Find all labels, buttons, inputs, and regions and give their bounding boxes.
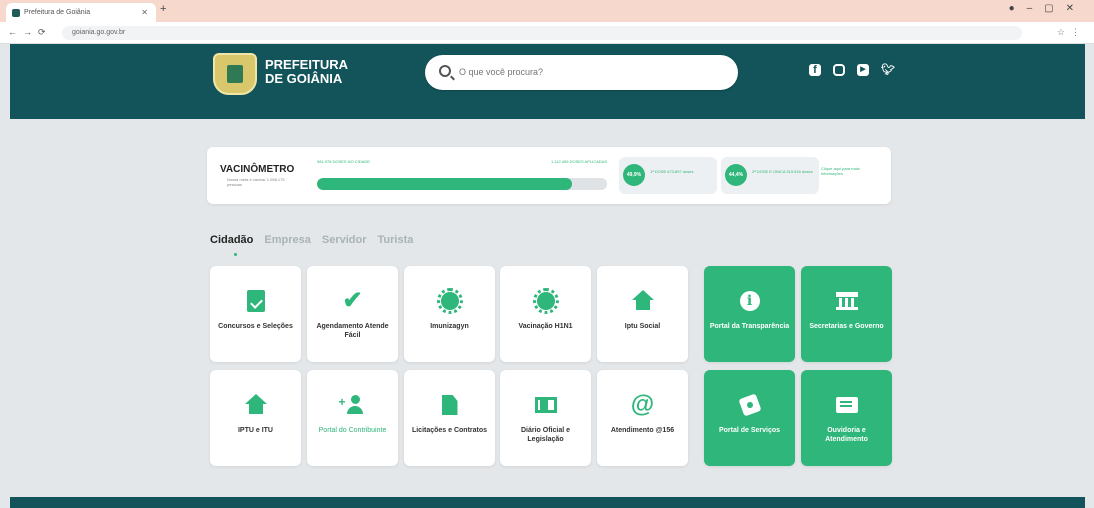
at-icon: @ bbox=[630, 391, 655, 418]
card-secretarias[interactable]: Secretarias e Governo bbox=[801, 266, 892, 362]
logo-line1: PREFEITURA bbox=[265, 57, 349, 72]
chat-icon bbox=[835, 397, 858, 413]
card-label: Iptu Social bbox=[624, 323, 661, 330]
logo-text: PREFEITURA DE GOIÂNIA bbox=[265, 58, 348, 86]
audience-tabs: Cidadão Empresa Servidor Turista bbox=[210, 234, 413, 246]
tab-cidadao[interactable]: Cidadão bbox=[210, 234, 253, 246]
social-links: f ▶ 🐦︎ bbox=[809, 64, 895, 76]
card-label: Vacinação H1N1 bbox=[518, 323, 573, 330]
vacinometro-left-label: 981.978 DOSES NO CIDADE bbox=[317, 159, 370, 164]
card-diario-oficial[interactable]: Diário Oficial e Legislação bbox=[500, 370, 591, 466]
card-label: Secretarias e Governo bbox=[809, 323, 884, 330]
vacinometro-progress-fill bbox=[317, 178, 573, 190]
card-label: Agendamento Atende Fácil bbox=[316, 323, 389, 339]
crest-icon bbox=[213, 53, 257, 95]
search-box[interactable] bbox=[425, 55, 738, 90]
vacinometro-title: VACINÔMETRO bbox=[220, 164, 295, 175]
card-label: Diário Oficial e Legislação bbox=[520, 427, 571, 443]
facebook-icon[interactable]: f bbox=[809, 64, 821, 76]
new-tab-icon[interactable]: + bbox=[160, 3, 166, 15]
card-label: Imunizagyn bbox=[430, 323, 469, 330]
card-iptu-itu[interactable]: IPTU e ITU bbox=[210, 370, 301, 466]
search-icon[interactable] bbox=[439, 65, 451, 77]
card-label: Concursos e Seleções bbox=[218, 323, 293, 330]
first-dose-percent: 49,9% bbox=[623, 164, 645, 186]
search-input[interactable] bbox=[459, 63, 719, 81]
vacinometro-right-label: 1.112.459 DOSES APLICADAS bbox=[551, 159, 607, 164]
twitter-icon[interactable]: 🐦︎ bbox=[881, 64, 895, 76]
more-info-link[interactable]: Clique aqui para mais informações bbox=[821, 166, 881, 176]
card-portal-transparencia[interactable]: i Portal da Transparência bbox=[704, 266, 795, 362]
home-icon bbox=[631, 290, 654, 310]
youtube-icon[interactable]: ▶ bbox=[857, 64, 869, 76]
card-ouvidoria[interactable]: Ouvidoria e Atendimento bbox=[801, 370, 892, 466]
browser-nav-icons[interactable]: ←→⟳ bbox=[8, 27, 52, 38]
tags-icon bbox=[737, 393, 762, 417]
document-icon bbox=[441, 395, 458, 415]
card-licitacoes[interactable]: Licitações e Contratos bbox=[404, 370, 495, 466]
second-dose-text: 2ª DOSE E ÚNICA 315.516 doses bbox=[752, 169, 813, 174]
site-header: PREFEITURA DE GOIÂNIA f ▶ 🐦︎ bbox=[10, 44, 1085, 119]
person-add-icon: + bbox=[339, 395, 363, 415]
browser-tab-title: Prefeitura de Goiânia bbox=[24, 9, 91, 16]
card-portal-servicos[interactable]: Portal de Serviços bbox=[704, 370, 795, 466]
vacinometro-panel: VACINÔMETRO Nossa meta é vacinar 1.058.1… bbox=[207, 147, 891, 204]
card-label: Portal da Transparência bbox=[709, 323, 790, 330]
browser-tab-bar: Prefeitura de Goiânia ✕ + ●–▢✕ bbox=[0, 0, 1094, 22]
window-controls[interactable]: ●–▢✕ bbox=[1009, 3, 1086, 14]
favicon-icon bbox=[12, 9, 20, 17]
card-label: Portal do Contribuinte bbox=[318, 427, 387, 434]
card-portal-contribuinte[interactable]: + Portal do Contribuinte bbox=[307, 370, 398, 466]
card-agendamento[interactable]: ✔ Agendamento Atende Fácil bbox=[307, 266, 398, 362]
clipboard-check-icon bbox=[246, 290, 265, 312]
browser-tab[interactable]: Prefeitura de Goiânia ✕ bbox=[6, 3, 156, 22]
check-icon: ✔ bbox=[342, 287, 363, 314]
virus-icon bbox=[532, 288, 559, 314]
card-iptu-social[interactable]: Iptu Social bbox=[597, 266, 688, 362]
active-tab-indicator bbox=[234, 253, 237, 256]
url-text: goiania.go.gov.br bbox=[72, 29, 126, 36]
card-concursos[interactable]: Concursos e Seleções bbox=[210, 266, 301, 362]
first-dose-text: 1ª DOSE 673.897 doses bbox=[650, 169, 694, 174]
card-label: Portal de Serviços bbox=[718, 427, 781, 434]
card-label: IPTU e ITU bbox=[237, 427, 273, 434]
extensions-icon[interactable]: ☆⋮ bbox=[1057, 27, 1086, 38]
tab-servidor[interactable]: Servidor bbox=[322, 234, 367, 246]
site-footer bbox=[10, 497, 1085, 508]
book-icon bbox=[534, 397, 557, 413]
tab-empresa[interactable]: Empresa bbox=[264, 234, 310, 246]
address-bar: ←→⟳ goiania.go.gov.br ☆⋮ bbox=[0, 22, 1094, 44]
second-dose-percent: 44,4% bbox=[725, 164, 747, 186]
logo-line2: DE GOIÂNIA bbox=[265, 71, 343, 86]
second-dose-pill: 44,4% 2ª DOSE E ÚNICA 315.516 doses bbox=[721, 157, 819, 194]
vacinometro-subtitle: Nossa meta é vacinar 1.058.175 pessoas bbox=[227, 177, 285, 187]
site-logo[interactable]: PREFEITURA DE GOIÂNIA bbox=[213, 53, 373, 95]
first-dose-pill: 49,9% 1ª DOSE 673.897 doses bbox=[619, 157, 717, 194]
card-label: Licitações e Contratos bbox=[411, 427, 488, 434]
card-label: Ouvidoria e Atendimento bbox=[825, 427, 868, 443]
card-vacinacao-h1n1[interactable]: Vacinação H1N1 bbox=[500, 266, 591, 362]
virus-icon bbox=[436, 288, 463, 314]
card-atendimento-156[interactable]: @ Atendimento @156 bbox=[597, 370, 688, 466]
url-field[interactable]: goiania.go.gov.br bbox=[62, 26, 1022, 40]
vacinometro-progress-bar bbox=[317, 178, 607, 190]
card-imunizagyn[interactable]: Imunizagyn bbox=[404, 266, 495, 362]
tab-turista[interactable]: Turista bbox=[378, 234, 414, 246]
bank-icon bbox=[835, 292, 858, 310]
instagram-icon[interactable] bbox=[833, 64, 845, 76]
card-label: Atendimento @156 bbox=[610, 427, 675, 434]
close-tab-icon[interactable]: ✕ bbox=[141, 3, 148, 22]
home-icon bbox=[244, 394, 267, 414]
info-icon: i bbox=[739, 291, 760, 311]
